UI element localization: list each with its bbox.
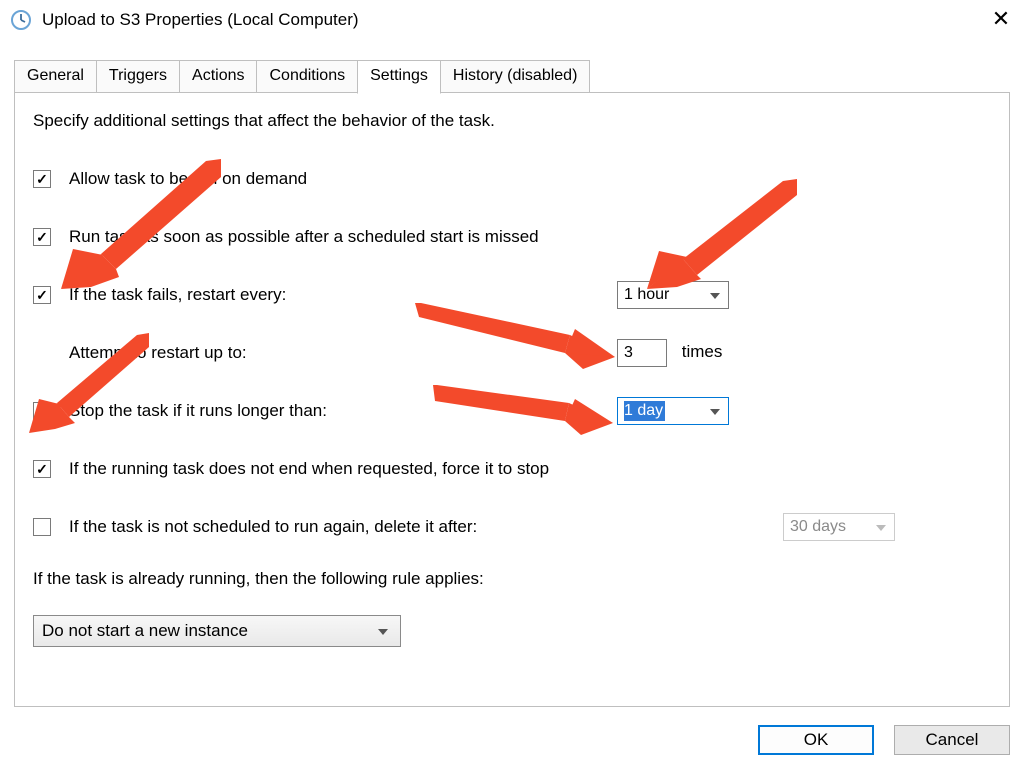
row-force-stop: If the running task does not end when re… [33, 453, 991, 485]
ok-button[interactable]: OK [758, 725, 874, 755]
settings-intro: Specify additional settings that affect … [33, 111, 991, 131]
attempt-count-suffix: times [682, 342, 723, 361]
running-rule-value: Do not start a new instance [42, 621, 248, 641]
running-rule-label: If the task is already running, then the… [33, 569, 991, 589]
stop-if-long-dropdown[interactable]: 1 day [617, 397, 729, 425]
tab-actions[interactable]: Actions [179, 60, 257, 93]
row-attempt-count: Attempt to restart up to: 3 times [33, 337, 991, 369]
task-scheduler-icon [10, 9, 32, 31]
stop-if-long-value: 1 day [624, 401, 665, 421]
row-stop-if-long: Stop the task if it runs longer than: 1 … [33, 395, 991, 427]
row-run-after-missed: Run task as soon as possible after a sch… [33, 221, 991, 253]
tab-conditions[interactable]: Conditions [256, 60, 358, 93]
dialog-footer: OK Cancel [14, 725, 1010, 755]
label-restart-on-fail: If the task fails, restart every: [69, 285, 991, 305]
settings-panel: Specify additional settings that affect … [14, 93, 1010, 707]
row-delete-if-unscheduled: If the task is not scheduled to run agai… [33, 511, 991, 543]
titlebar: Upload to S3 Properties (Local Computer)… [0, 0, 1024, 40]
label-stop-if-long: Stop the task if it runs longer than: [69, 401, 991, 421]
delete-after-dropdown: 30 days [783, 513, 895, 541]
restart-interval-dropdown[interactable]: 1 hour [617, 281, 729, 309]
checkbox-run-after-missed[interactable] [33, 228, 51, 246]
cancel-button[interactable]: Cancel [894, 725, 1010, 755]
window-title: Upload to S3 Properties (Local Computer) [42, 10, 986, 30]
checkbox-stop-if-long[interactable] [33, 402, 51, 420]
running-rule-dropdown[interactable]: Do not start a new instance [33, 615, 401, 647]
checkbox-delete-if-unscheduled[interactable] [33, 518, 51, 536]
tab-history[interactable]: History (disabled) [440, 60, 590, 93]
checkbox-allow-on-demand[interactable] [33, 170, 51, 188]
tab-triggers[interactable]: Triggers [96, 60, 180, 93]
label-allow-on-demand: Allow task to be run on demand [69, 169, 991, 189]
tabstrip: General Triggers Actions Conditions Sett… [14, 60, 1010, 93]
label-run-after-missed: Run task as soon as possible after a sch… [69, 227, 991, 247]
close-button[interactable]: ✕ [986, 5, 1016, 35]
checkbox-restart-on-fail[interactable] [33, 286, 51, 304]
restart-interval-value: 1 hour [624, 286, 669, 304]
tab-settings[interactable]: Settings [357, 60, 441, 94]
delete-after-value: 30 days [790, 518, 846, 536]
tab-general[interactable]: General [14, 60, 97, 93]
label-attempt-count: Attempt to restart up to: [69, 343, 991, 363]
attempt-count-value: 3 [624, 344, 633, 362]
checkbox-force-stop[interactable] [33, 460, 51, 478]
label-force-stop: If the running task does not end when re… [69, 459, 991, 479]
row-restart-on-fail: If the task fails, restart every: 1 hour [33, 279, 991, 311]
row-allow-on-demand: Allow task to be run on demand [33, 163, 991, 195]
attempt-count-input[interactable]: 3 [617, 339, 667, 367]
